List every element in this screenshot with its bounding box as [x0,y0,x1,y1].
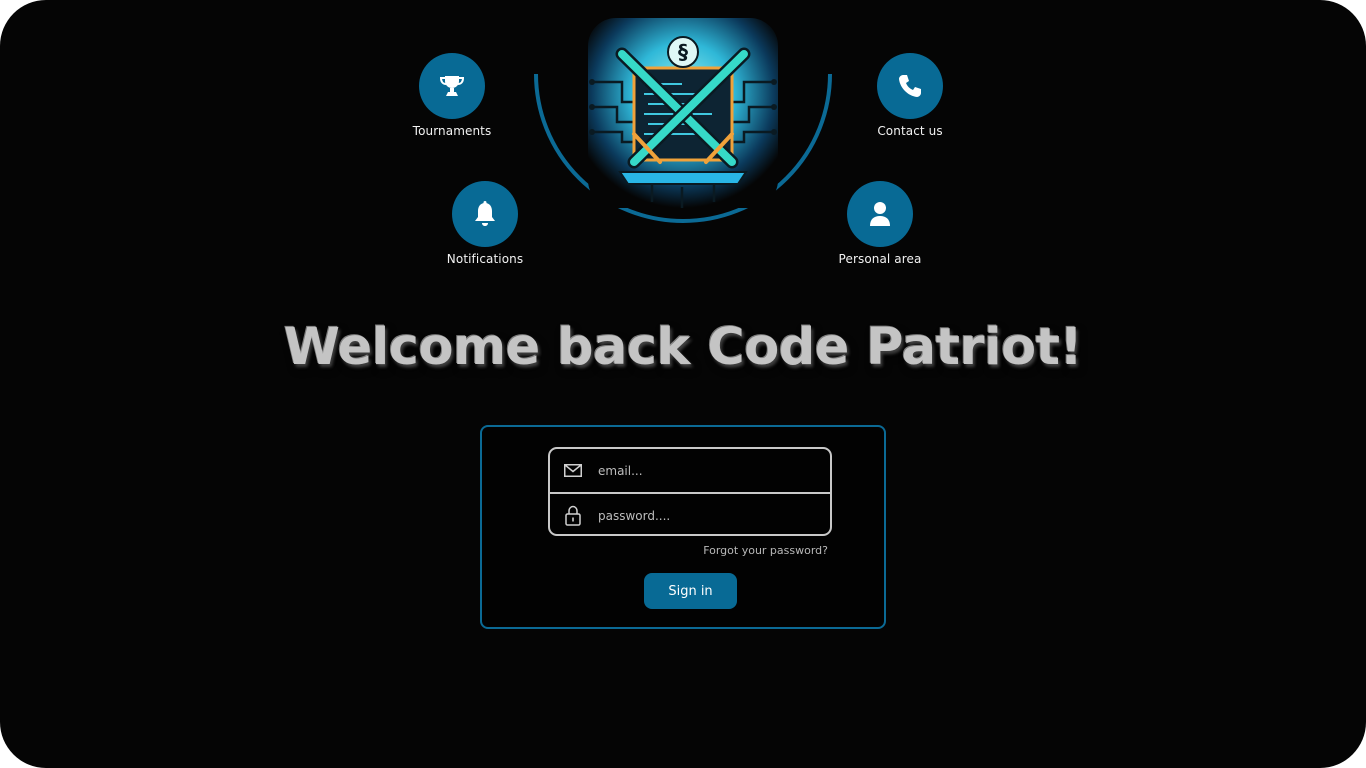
welcome-heading: Welcome back Code Patriot! [283,318,1083,377]
nav-contact[interactable]: Contact us [850,53,970,138]
envelope-icon [550,464,596,477]
login-form: Forgot your password? Sign in [480,425,886,629]
logo-glyph: § [678,40,688,64]
tournaments-button[interactable] [419,53,485,119]
nav-notifications[interactable]: Notifications [425,181,545,266]
sign-in-button[interactable]: Sign in [644,573,737,609]
nav-personal[interactable]: Personal area [820,181,940,266]
notifications-label: Notifications [446,252,524,266]
nav-tournaments[interactable]: Tournaments [392,53,512,138]
password-row [550,492,830,534]
app-screen: § Tournaments Contact us Notifications P… [0,0,1366,768]
personal-area-button[interactable] [847,181,913,247]
email-row [550,449,830,492]
credentials-group [548,447,832,536]
forgot-password-link[interactable]: Forgot your password? [703,544,828,557]
contact-label: Contact us [877,124,943,138]
contact-button[interactable] [877,53,943,119]
phone-icon [899,75,921,97]
code-swords-logo-icon: § [588,18,778,208]
personal-area-label: Personal area [838,252,922,266]
password-input[interactable] [596,508,818,523]
email-input[interactable] [596,463,818,478]
trophy-icon [439,76,465,96]
notifications-button[interactable] [452,181,518,247]
tournaments-label: Tournaments [412,124,492,138]
bell-icon [475,201,495,226]
lock-icon [550,505,596,526]
logo: § [582,12,784,214]
user-icon [870,202,890,226]
